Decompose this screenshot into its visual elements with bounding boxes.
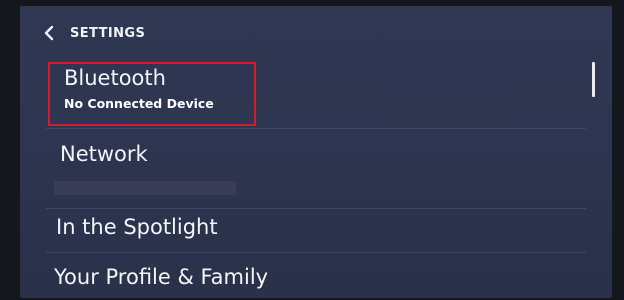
divider (46, 208, 586, 209)
settings-item-your-profile-family[interactable]: Your Profile & Family (20, 256, 580, 298)
settings-item-label: Network (60, 142, 148, 166)
settings-item-network[interactable]: Network (20, 130, 580, 210)
settings-item-label: In the Spotlight (56, 215, 218, 239)
divider (46, 252, 586, 253)
settings-screen: SETTINGS Bluetooth No Connected Device N… (20, 6, 612, 298)
settings-item-label: Your Profile & Family (54, 265, 269, 289)
scrollbar[interactable] (592, 62, 595, 97)
settings-item-in-the-spotlight[interactable]: In the Spotlight (20, 210, 580, 262)
highlight-box (48, 62, 256, 126)
redacted-status (54, 181, 236, 195)
divider (46, 128, 586, 129)
